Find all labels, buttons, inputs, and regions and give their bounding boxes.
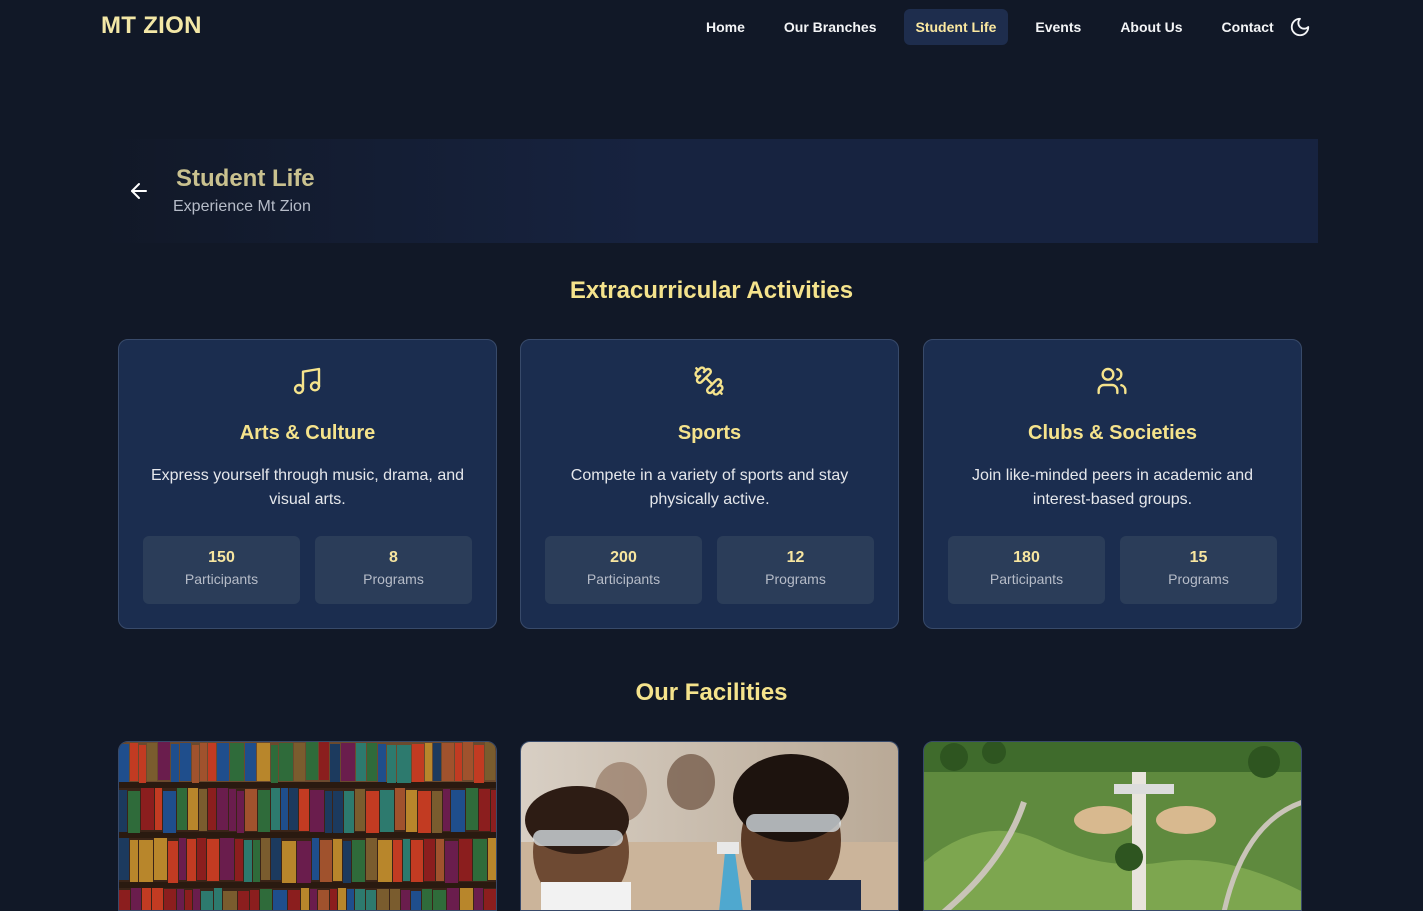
nav-links: Home Our Branches Student Life Events Ab… bbox=[694, 9, 1301, 45]
users-icon bbox=[1097, 367, 1127, 395]
activities-heading: Extracurricular Activities bbox=[569, 277, 854, 304]
programs-count: 15 bbox=[1189, 549, 1208, 566]
page-subtitle: Experience Mt Zion bbox=[173, 198, 311, 215]
programs-stat: 15 Programs bbox=[1120, 536, 1277, 604]
card-title: Clubs & Societies bbox=[1028, 422, 1197, 444]
programs-stat: 8 Programs bbox=[315, 536, 472, 604]
programs-label: Programs bbox=[1168, 571, 1229, 587]
activity-card-clubs[interactable]: Clubs & Societies Join like-minded peers… bbox=[923, 339, 1302, 629]
participants-count: 200 bbox=[610, 549, 637, 566]
participants-stat: 150 Participants bbox=[143, 536, 300, 604]
programs-label: Programs bbox=[363, 571, 424, 587]
activity-card-arts[interactable]: Arts & Culture Express yourself through … bbox=[118, 339, 497, 629]
card-description: Express yourself through music, drama, a… bbox=[150, 467, 465, 508]
top-navbar: MT ZION Home Our Branches Student Life E… bbox=[0, 0, 1423, 54]
programs-count: 8 bbox=[389, 549, 398, 566]
programs-count: 12 bbox=[786, 549, 805, 566]
card-description: Compete in a variety of sports and stay … bbox=[570, 467, 849, 508]
participants-label: Participants bbox=[586, 571, 661, 587]
participants-count: 180 bbox=[1013, 549, 1040, 566]
participants-count: 150 bbox=[208, 549, 235, 566]
programs-label: Programs bbox=[765, 571, 826, 587]
moon-icon[interactable] bbox=[1289, 16, 1311, 38]
music-icon bbox=[293, 367, 321, 395]
card-title: Arts & Culture bbox=[239, 422, 376, 444]
arrow-left-icon[interactable] bbox=[127, 179, 151, 203]
nav-item-about-us[interactable]: About Us bbox=[1108, 9, 1194, 45]
facility-library-image[interactable] bbox=[118, 741, 497, 911]
facility-science-lab-image[interactable] bbox=[520, 741, 899, 911]
page-title: Student Life bbox=[176, 165, 315, 192]
participants-stat: 200 Participants bbox=[545, 536, 702, 604]
page-header: Student Life Experience Mt Zion bbox=[103, 139, 1318, 243]
brand-logo[interactable]: MT ZION bbox=[101, 12, 202, 40]
nav-item-contact[interactable]: Contact bbox=[1210, 9, 1286, 45]
participants-stat: 180 Participants bbox=[948, 536, 1105, 604]
nav-item-our-branches[interactable]: Our Branches bbox=[772, 9, 889, 45]
participants-label: Participants bbox=[184, 571, 259, 587]
activity-card-sports[interactable]: Sports Compete in a variety of sports an… bbox=[520, 339, 899, 629]
programs-stat: 12 Programs bbox=[717, 536, 874, 604]
nav-item-student-life[interactable]: Student Life bbox=[903, 9, 1009, 45]
facilities-heading: Our Facilities bbox=[635, 679, 788, 706]
card-description: Join like-minded peers in academic and i… bbox=[971, 467, 1254, 508]
participants-label: Participants bbox=[989, 571, 1064, 587]
nav-item-events[interactable]: Events bbox=[1023, 9, 1093, 45]
card-title: Sports bbox=[677, 422, 742, 444]
nav-item-home[interactable]: Home bbox=[694, 9, 757, 45]
dumbbell-icon bbox=[694, 366, 724, 396]
facility-sports-field-image[interactable] bbox=[923, 741, 1302, 911]
